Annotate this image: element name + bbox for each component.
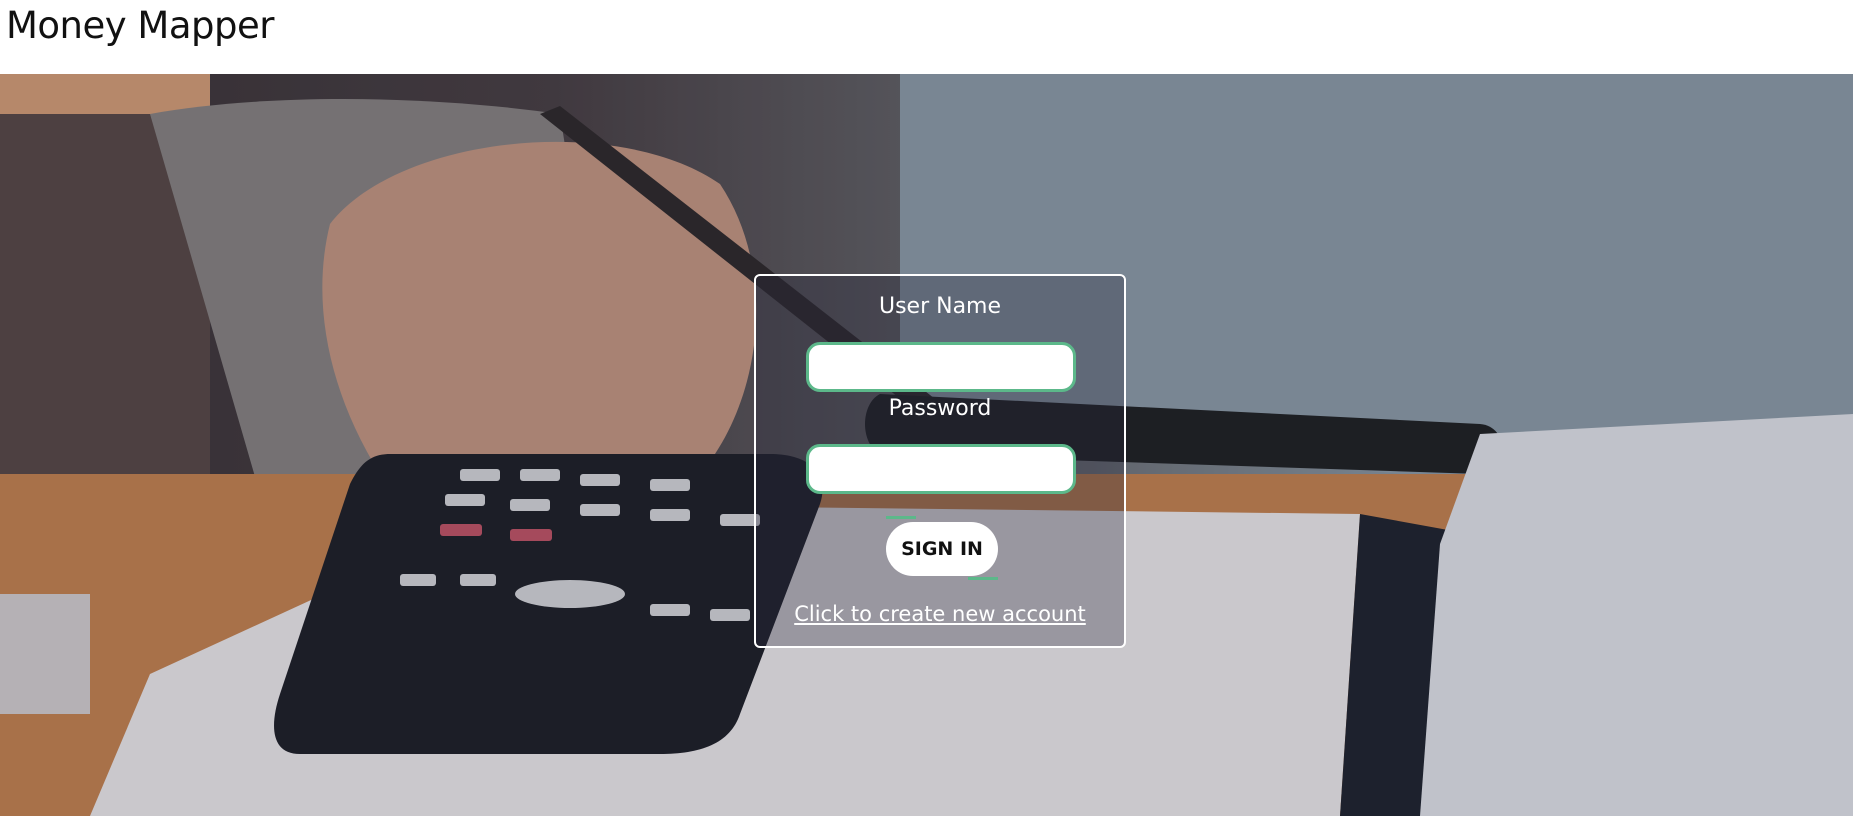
create-account-link[interactable]: Click to create new account — [756, 602, 1124, 626]
signin-wrapper: SIGN IN — [886, 516, 998, 580]
username-label: User Name — [878, 294, 1002, 319]
login-panel: User Name Password SIGN IN Click to crea… — [754, 274, 1126, 648]
hero-background: User Name Password SIGN IN Click to crea… — [0, 74, 1853, 816]
header: Money Mapper — [0, 0, 1853, 74]
signin-button[interactable]: SIGN IN — [886, 522, 998, 576]
app-title: Money Mapper — [6, 4, 274, 47]
username-input[interactable] — [806, 342, 1076, 392]
password-label: Password — [888, 396, 992, 421]
signin-accent-bottom — [968, 577, 998, 580]
signin-accent-top — [886, 516, 916, 519]
password-input[interactable] — [806, 444, 1076, 494]
